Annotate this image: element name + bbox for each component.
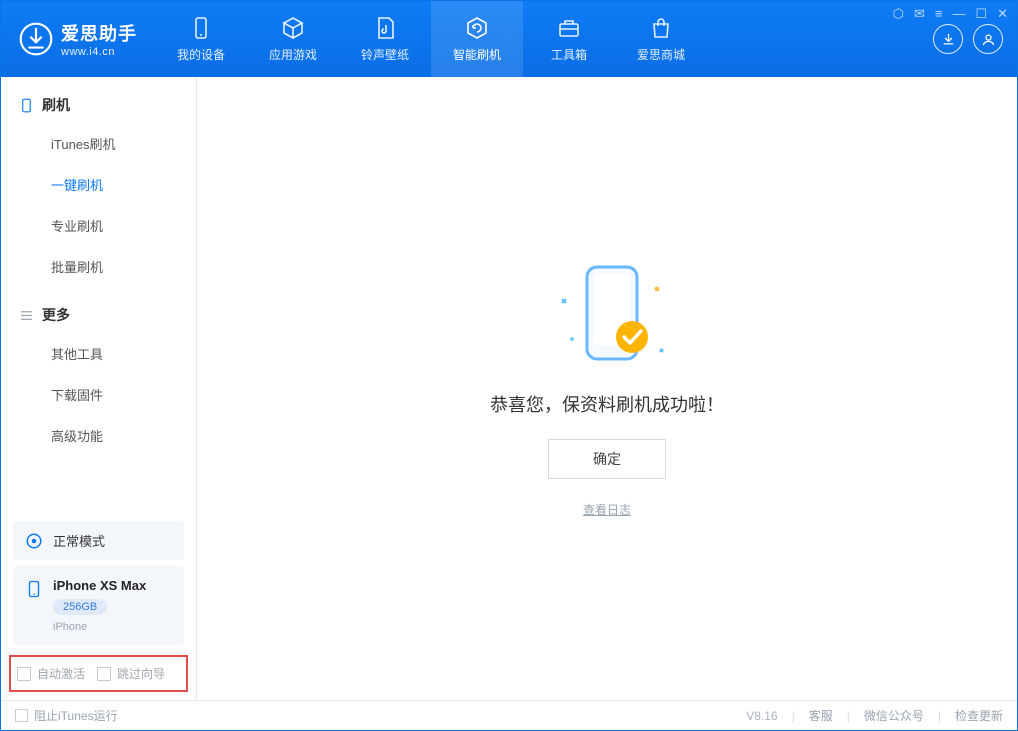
logo-text: 爱思助手 www.i4.cn [61, 20, 137, 58]
cube-icon [281, 16, 305, 40]
success-message: 恭喜您，保资料刷机成功啦！ [490, 391, 724, 417]
sidebar-item-other-tools[interactable]: 其他工具 [1, 333, 196, 374]
skip-guide-option[interactable]: 跳过向导 [97, 665, 165, 682]
block-itunes-label: 阻止iTunes运行 [34, 707, 118, 724]
separator: | [792, 709, 795, 723]
sidebar-item-advanced[interactable]: 高级功能 [1, 415, 196, 456]
logo-block: 爱思助手 www.i4.cn [1, 20, 155, 58]
sidebar-item-batch-flash[interactable]: 批量刷机 [1, 246, 196, 287]
titlebar-controls: ⬡ ✉ ≡ — ☐ ✕ [893, 6, 1008, 22]
block-itunes-option[interactable]: 阻止iTunes运行 [15, 707, 118, 724]
tab-apps-games[interactable]: 应用游戏 [247, 1, 339, 77]
sidebar-group-more: 更多 [1, 287, 196, 333]
separator: | [847, 709, 850, 723]
tab-ringtones-wallpapers[interactable]: 铃声壁纸 [339, 1, 431, 77]
normal-mode-icon [25, 532, 43, 550]
group-title: 刷机 [42, 95, 70, 115]
ok-button[interactable]: 确定 [548, 439, 666, 479]
post-flash-options: 自动激活 跳过向导 [9, 655, 188, 692]
tab-label: 铃声壁纸 [361, 46, 409, 63]
block-itunes-checkbox[interactable] [15, 709, 28, 722]
sidebar-item-itunes-flash[interactable]: iTunes刷机 [1, 123, 196, 164]
success-illustration [532, 259, 682, 369]
main-nav: 我的设备 应用游戏 铃声壁纸 智能刷机 工具箱 爱思商城 [155, 1, 707, 77]
sidebar-item-pro-flash[interactable]: 专业刷机 [1, 205, 196, 246]
sidebar-item-one-click-flash[interactable]: 一键刷机 [1, 164, 196, 205]
app-header: 爱思助手 www.i4.cn 我的设备 应用游戏 铃声壁纸 智能刷机 工具箱 爱… [1, 1, 1017, 77]
bag-icon [649, 16, 673, 40]
mode-label: 正常模式 [53, 531, 105, 550]
app-website: www.i4.cn [61, 46, 137, 58]
auto-activate-label: 自动激活 [37, 665, 85, 682]
device-mode-card[interactable]: 正常模式 [13, 521, 184, 560]
tab-my-device[interactable]: 我的设备 [155, 1, 247, 77]
device-card[interactable]: iPhone XS Max 256GB iPhone [13, 566, 184, 645]
close-button[interactable]: ✕ [997, 6, 1008, 22]
list-icon [19, 308, 34, 323]
tab-store[interactable]: 爱思商城 [615, 1, 707, 77]
auto-activate-option[interactable]: 自动激活 [17, 665, 85, 682]
wechat-link[interactable]: 微信公众号 [864, 707, 924, 724]
tab-toolbox[interactable]: 工具箱 [523, 1, 615, 77]
status-bar: 阻止iTunes运行 V8.16 | 客服 | 微信公众号 | 检查更新 [1, 700, 1017, 730]
device-name: iPhone XS Max [53, 578, 146, 593]
downloads-button[interactable] [933, 24, 963, 54]
tab-label: 应用游戏 [269, 46, 317, 63]
account-button[interactable] [973, 24, 1003, 54]
sidebar-group-flash: 刷机 [1, 77, 196, 123]
tab-label: 爱思商城 [637, 46, 685, 63]
music-file-icon [373, 16, 397, 40]
header-right [933, 24, 1017, 54]
tab-label: 我的设备 [177, 46, 225, 63]
view-log-link[interactable]: 查看日志 [583, 501, 631, 518]
shirt-icon[interactable]: ⬡ [893, 6, 904, 22]
group-title: 更多 [42, 305, 70, 325]
tab-label: 智能刷机 [453, 46, 501, 63]
customer-service-link[interactable]: 客服 [809, 707, 833, 724]
refresh-hex-icon [465, 16, 489, 40]
device-icon [25, 580, 43, 598]
tab-smart-flash[interactable]: 智能刷机 [431, 1, 523, 77]
sidebar-item-download-firmware[interactable]: 下载固件 [1, 374, 196, 415]
tab-label: 工具箱 [551, 46, 587, 63]
minimize-button[interactable]: — [952, 6, 965, 22]
skip-guide-checkbox[interactable] [97, 667, 111, 681]
user-icon [981, 32, 996, 47]
toolbox-icon [557, 16, 581, 40]
version-label: V8.16 [746, 709, 777, 723]
check-update-link[interactable]: 检查更新 [955, 707, 1003, 724]
feedback-icon[interactable]: ✉ [914, 6, 925, 22]
separator: | [938, 709, 941, 723]
sidebar-bottom: 正常模式 iPhone XS Max 256GB iPhone 自动激活 跳过向… [1, 515, 196, 700]
device-type: iPhone [53, 621, 146, 633]
sidebar: 刷机 iTunes刷机 一键刷机 专业刷机 批量刷机 更多 其他工具 下载固件 … [1, 77, 197, 700]
phone-icon [189, 16, 213, 40]
app-name: 爱思助手 [61, 20, 137, 46]
maximize-button[interactable]: ☐ [975, 6, 987, 22]
app-logo-icon [19, 22, 53, 56]
phone-outline-icon [19, 98, 34, 113]
main-content: 恭喜您，保资料刷机成功啦！ 确定 查看日志 [197, 77, 1017, 700]
skip-guide-label: 跳过向导 [117, 665, 165, 682]
device-capacity: 256GB [53, 599, 107, 615]
device-meta: iPhone XS Max 256GB iPhone [53, 578, 146, 633]
download-icon [941, 32, 956, 47]
body-area: 刷机 iTunes刷机 一键刷机 专业刷机 批量刷机 更多 其他工具 下载固件 … [1, 77, 1017, 700]
auto-activate-checkbox[interactable] [17, 667, 31, 681]
menu-icon[interactable]: ≡ [935, 6, 943, 22]
